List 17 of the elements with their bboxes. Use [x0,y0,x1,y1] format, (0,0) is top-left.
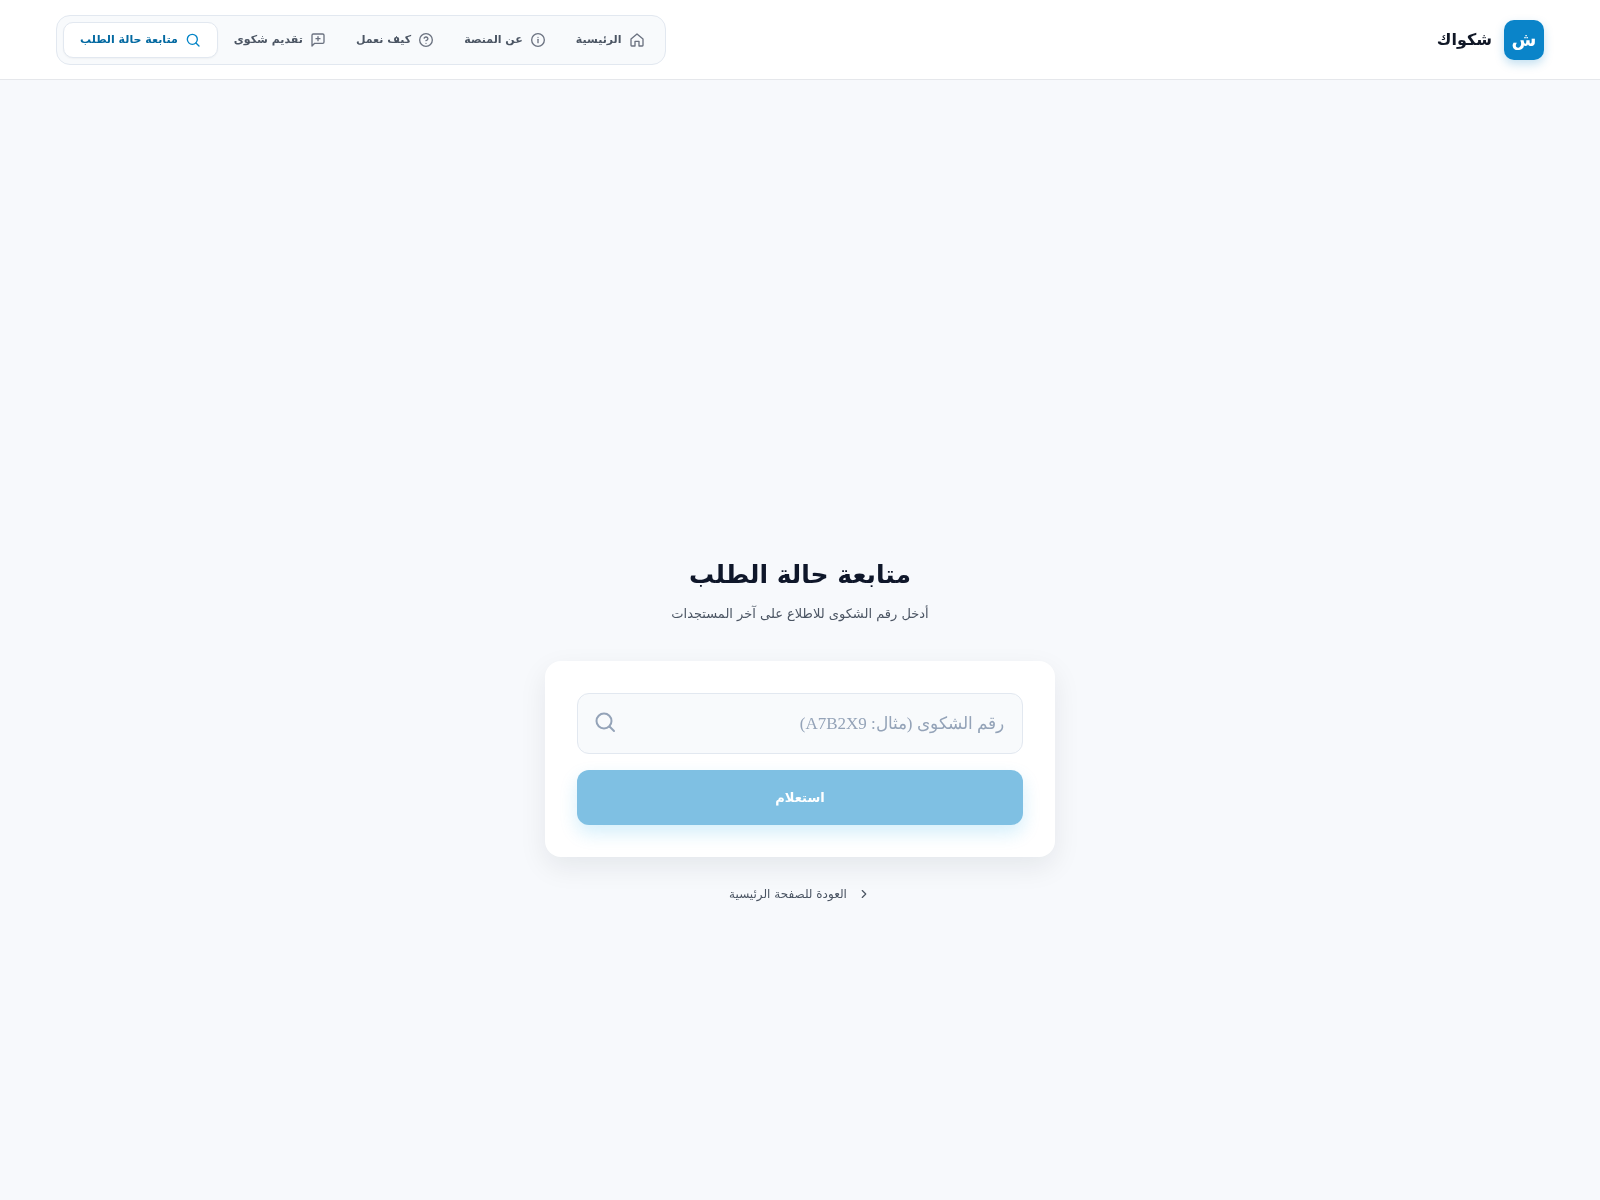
home-icon [628,31,645,48]
logo-mark: ش [1504,19,1544,60]
logo-text: شكواك [1436,30,1492,49]
message-plus-icon [309,31,326,48]
page-title: متابعة حالة الطلب [688,559,912,591]
nav-link[interactable]: عن المنصة [450,21,560,58]
nav-link[interactable]: كيف نعمل [341,21,449,58]
complaint-number-field[interactable]: رقم الشكوى (مثال: A7B2X9) [577,693,1023,754]
nav-link[interactable]: الرئيسية [561,21,659,58]
search-icon [184,31,201,48]
search-icon [593,710,617,734]
nav-link[interactable]: تقديم شكوى [219,21,340,58]
back-home-link[interactable]: العودة للصفحة الرئيسية [729,887,871,901]
page-subtitle: أدخل رقم الشكوى للاطلاع على آخر المستجدات [671,604,929,624]
info-icon [529,31,546,48]
nav-link[interactable]: متابعة حالة الطلب [63,21,218,58]
question-icon [418,31,435,48]
